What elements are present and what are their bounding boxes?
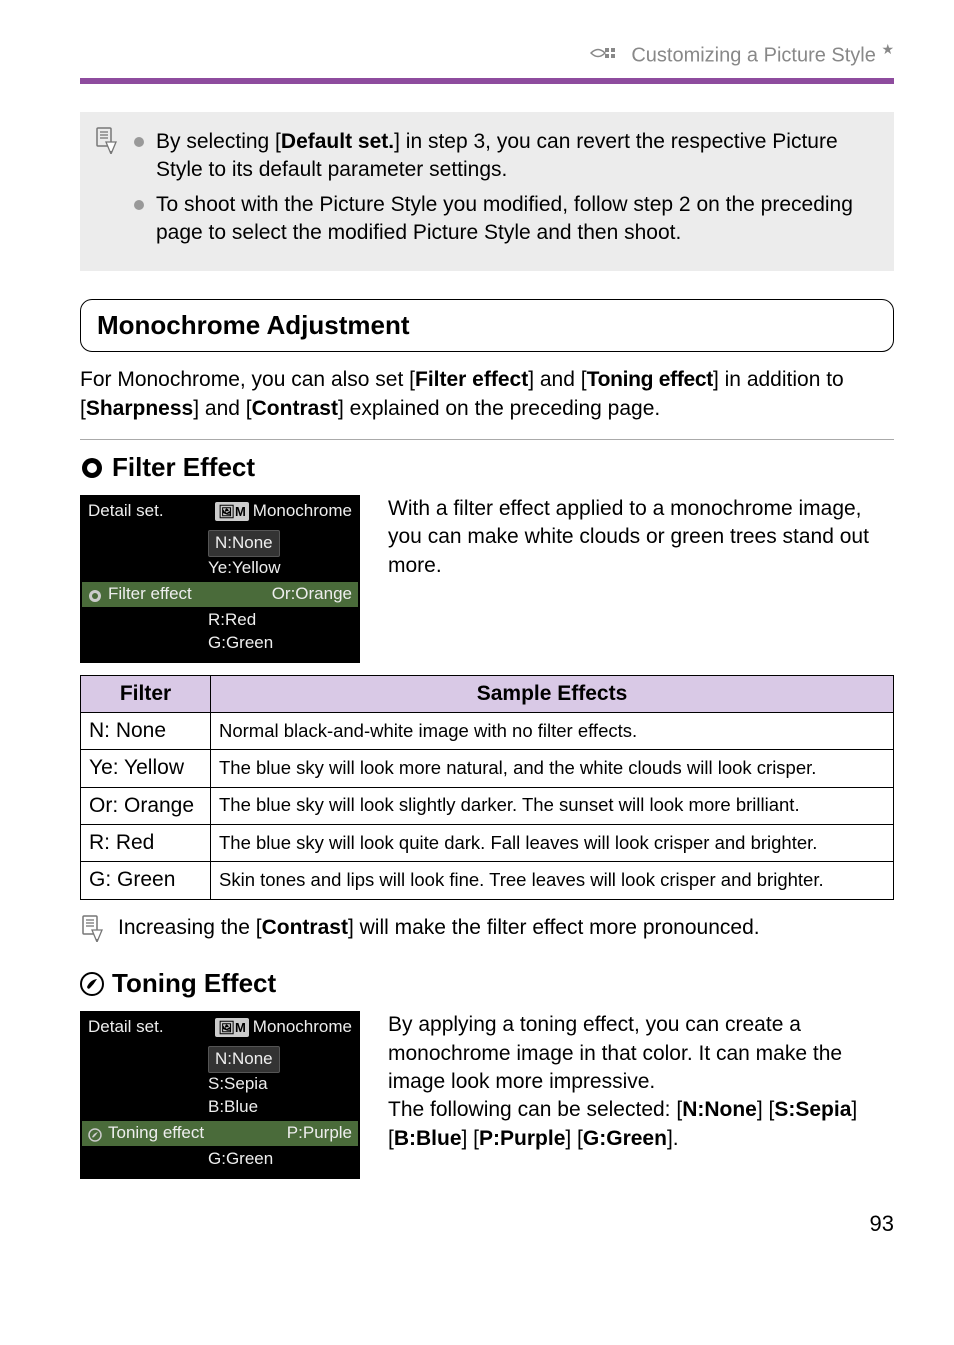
- toning-desc: By applying a toning effect, you can cre…: [388, 1011, 894, 1179]
- info-bullet-1: By selecting [Default set.] in step 3, y…: [134, 128, 876, 185]
- t: P:Purple: [479, 1127, 565, 1150]
- cell-filter: Or: Orange: [81, 787, 211, 824]
- section-title-monochrome: Monochrome Adjustment: [80, 299, 894, 352]
- page-header: Customizing a Picture Style ★: [80, 40, 894, 84]
- mono-tag: 🖼M: [215, 1018, 248, 1038]
- cell-filter: Ye: Yellow: [81, 750, 211, 787]
- table-row: Or: OrangeThe blue sky will look slightl…: [81, 787, 894, 824]
- info-box: By selecting [Default set.] in step 3, y…: [80, 112, 894, 271]
- cell-effect: The blue sky will look quite dark. Fall …: [211, 825, 894, 862]
- lcd-opt: Or:Orange: [272, 583, 352, 606]
- t: Filter effect: [415, 368, 528, 391]
- note-icon: [94, 126, 118, 154]
- t: By applying a toning effect, you can cre…: [388, 1013, 842, 1093]
- t: Contrast: [252, 397, 338, 420]
- info-text-1: By selecting [Default set.] in step 3, y…: [156, 128, 876, 185]
- toning-brush-icon: [88, 1126, 102, 1140]
- t: Toning effect: [587, 368, 713, 391]
- lcd-opt: B:Blue: [208, 1096, 352, 1119]
- t: For Monochrome, you can also set [: [80, 368, 415, 391]
- t: N:None: [682, 1098, 757, 1121]
- lcd-opt: G:Green: [208, 632, 352, 655]
- t: G:Green: [583, 1127, 667, 1150]
- t: Contrast: [262, 916, 348, 939]
- header-icon: [590, 43, 620, 70]
- t: The following can be selected: [: [388, 1098, 682, 1121]
- table-row: R: RedThe blue sky will look quite dark.…: [81, 825, 894, 862]
- t: Filter effect: [108, 583, 192, 606]
- t: Default set.: [281, 130, 394, 153]
- header-title: Customizing a Picture Style: [631, 45, 876, 67]
- page-number: 93: [80, 1209, 894, 1239]
- t: ] and [: [193, 397, 251, 420]
- mono-tag: 🖼M: [215, 502, 248, 522]
- t: ] will make the filter effect more prono…: [348, 916, 760, 939]
- lcd-mono-label: 🖼M Monochrome: [215, 1016, 352, 1039]
- t: Sharpness: [86, 397, 193, 420]
- info-bullet-2: To shoot with the Picture Style you modi…: [134, 191, 876, 248]
- lcd-opt: Ye:Yellow: [208, 557, 352, 580]
- cell-filter: N: None: [81, 713, 211, 750]
- t: Toning effect: [108, 1122, 204, 1145]
- th-effects: Sample Effects: [211, 675, 894, 712]
- t: Monochrome: [253, 1016, 352, 1039]
- t: ] [: [565, 1127, 583, 1150]
- cell-filter: R: Red: [81, 825, 211, 862]
- lcd-opt: P:Purple: [287, 1122, 352, 1145]
- filter-circle-icon: [88, 587, 102, 601]
- cell-effect: Skin tones and lips will look fine. Tree…: [211, 862, 894, 899]
- header-star: ★: [881, 40, 894, 59]
- t: By selecting [: [156, 130, 281, 153]
- t: ] [: [757, 1098, 775, 1121]
- t: Increasing the [: [118, 916, 262, 939]
- cell-effect: Normal black-and-white image with no fil…: [211, 713, 894, 750]
- t: Monochrome: [253, 500, 352, 523]
- lcd-opt: R:Red: [208, 609, 352, 632]
- t: M: [235, 1020, 246, 1035]
- divider: [80, 439, 894, 440]
- lcd-opt: N:None: [208, 1046, 280, 1073]
- filter-circle-icon: [80, 456, 104, 480]
- subheading-toning: Toning Effect: [80, 966, 894, 1001]
- t: ].: [667, 1127, 679, 1150]
- t: S:Sepia: [774, 1098, 851, 1121]
- contrast-note: Increasing the [Contrast] will make the …: [80, 914, 894, 942]
- lcd-title-label: Detail set.: [88, 500, 164, 523]
- th-filter: Filter: [81, 675, 211, 712]
- contrast-note-text: Increasing the [Contrast] will make the …: [118, 914, 760, 942]
- table-row: N: NoneNormal black-and-white image with…: [81, 713, 894, 750]
- t: M: [235, 504, 246, 519]
- toning-brush-icon: [80, 972, 104, 996]
- filter-table: Filter Sample Effects N: NoneNormal blac…: [80, 675, 894, 900]
- lcd-opt: S:Sepia: [208, 1073, 352, 1096]
- lcd-opt: N:None: [208, 530, 280, 557]
- lcd-toning: Detail set. 🖼M Monochrome N:None S:Sepia…: [80, 1011, 360, 1179]
- cell-effect: The blue sky will look more natural, and…: [211, 750, 894, 787]
- subheading-filter: Filter Effect: [80, 450, 894, 485]
- mono-intro: For Monochrome, you can also set [Filter…: [80, 366, 894, 423]
- lcd-filter: Detail set. 🖼M Monochrome N:None Ye:Yell…: [80, 495, 360, 663]
- lcd-selected-row: Filter effect Or:Orange: [82, 582, 358, 607]
- t: ] [: [462, 1127, 480, 1150]
- cell-effect: The blue sky will look slightly darker. …: [211, 787, 894, 824]
- info-text-2: To shoot with the Picture Style you modi…: [156, 191, 876, 248]
- subheading-toning-label: Toning Effect: [112, 966, 276, 1001]
- note-icon: [80, 914, 104, 942]
- filter-desc: With a filter effect applied to a monoch…: [388, 495, 894, 663]
- lcd-selected-row: Toning effect P:Purple: [82, 1121, 358, 1146]
- t: ] explained on the preceding page.: [338, 397, 660, 420]
- t: B:Blue: [394, 1127, 462, 1150]
- t: ] and [: [528, 368, 586, 391]
- cell-filter: G: Green: [81, 862, 211, 899]
- bullet-icon: [134, 200, 144, 210]
- lcd-opt: G:Green: [208, 1148, 352, 1171]
- table-row: G: GreenSkin tones and lips will look fi…: [81, 862, 894, 899]
- table-row: Ye: YellowThe blue sky will look more na…: [81, 750, 894, 787]
- subheading-filter-label: Filter Effect: [112, 450, 255, 485]
- lcd-title-label: Detail set.: [88, 1016, 164, 1039]
- lcd-mono-label: 🖼M Monochrome: [215, 500, 352, 523]
- bullet-icon: [134, 137, 144, 147]
